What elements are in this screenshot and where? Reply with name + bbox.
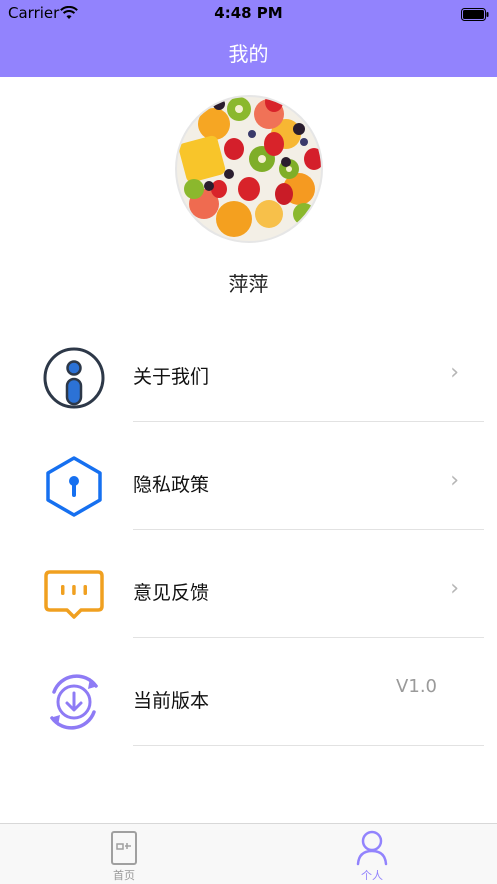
download-icon bbox=[40, 668, 108, 736]
home-icon bbox=[109, 830, 139, 870]
shield-icon bbox=[40, 452, 108, 520]
navigation-bar: 我的 bbox=[0, 26, 497, 77]
menu-item-about-us[interactable]: 关于我们 › bbox=[0, 314, 497, 422]
chevron-right-icon: › bbox=[450, 360, 459, 385]
menu-label: 隐私政策 bbox=[133, 474, 210, 496]
avatar[interactable] bbox=[174, 94, 324, 244]
tab-home[interactable]: 首页 bbox=[0, 824, 248, 884]
status-bar: Carrier 4:48 PM bbox=[0, 0, 497, 26]
battery-icon bbox=[461, 6, 489, 25]
menu-label: 关于我们 bbox=[133, 366, 210, 388]
chevron-right-icon: › bbox=[450, 468, 459, 493]
username: 萍萍 bbox=[228, 272, 269, 296]
version-value: V1.0 bbox=[396, 676, 437, 697]
tab-label: 首页 bbox=[113, 869, 135, 882]
tab-bar: 首页 个人 bbox=[0, 823, 497, 884]
menu-item-version[interactable]: 当前版本 V1.0 bbox=[0, 638, 497, 746]
person-icon bbox=[355, 830, 389, 870]
tab-profile[interactable]: 个人 bbox=[248, 824, 496, 884]
tab-label: 个人 bbox=[361, 869, 383, 882]
divider bbox=[133, 745, 484, 746]
menu-label: 意见反馈 bbox=[133, 582, 210, 604]
chevron-right-icon: › bbox=[450, 576, 459, 601]
feedback-icon bbox=[40, 560, 108, 628]
menu-label: 当前版本 bbox=[133, 690, 210, 712]
menu-item-feedback[interactable]: 意见反馈 › bbox=[0, 530, 497, 638]
page-title: 我的 bbox=[228, 42, 269, 66]
status-time: 4:48 PM bbox=[214, 4, 283, 22]
info-icon bbox=[40, 344, 108, 412]
menu-item-privacy-policy[interactable]: 隐私政策 › bbox=[0, 422, 497, 530]
